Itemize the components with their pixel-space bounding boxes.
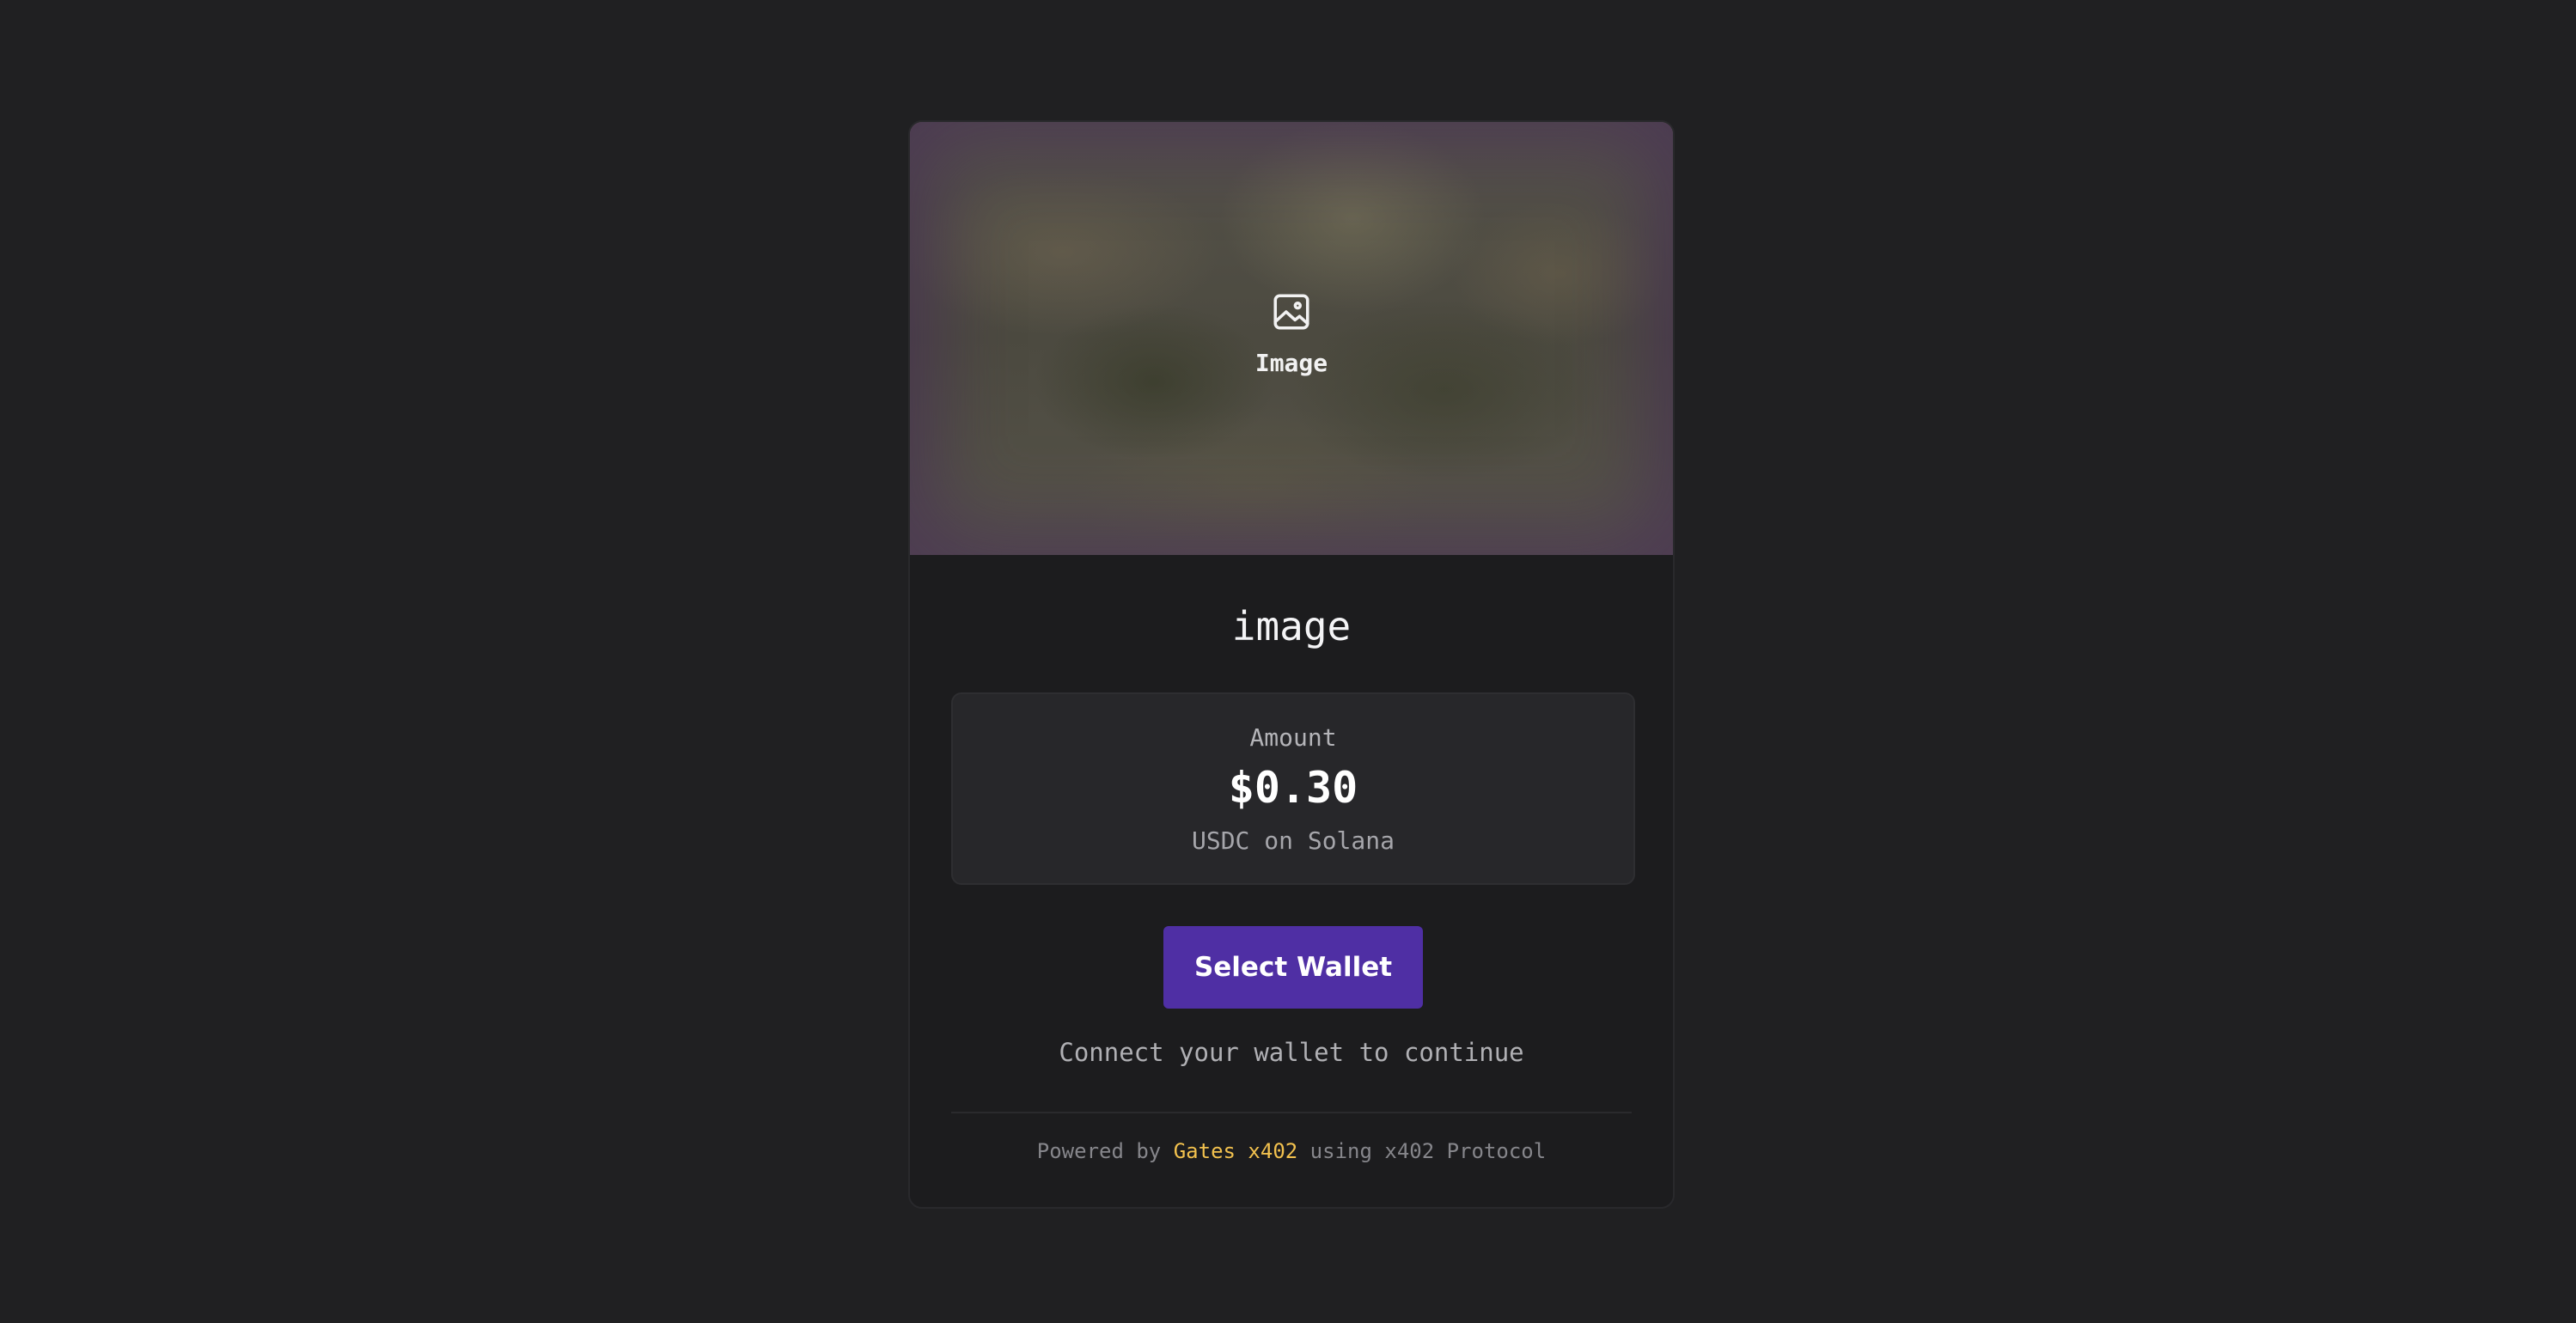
footer: Powered by Gates x402 using x402 Protoco…: [910, 1139, 1673, 1163]
amount-currency: USDC on Solana: [1191, 826, 1395, 855]
payment-card: Image image Amount $0.30 USDC on Solana …: [908, 120, 1675, 1209]
connect-wallet-hint: Connect your wallet to continue: [1059, 1038, 1524, 1067]
resource-title: image: [1231, 603, 1352, 649]
image-icon: [1270, 290, 1313, 333]
amount-panel: Amount $0.30 USDC on Solana: [951, 692, 1635, 885]
footer-brand-link[interactable]: Gates x402: [1174, 1139, 1298, 1163]
footer-prefix: Powered by: [1036, 1139, 1162, 1163]
select-wallet-button[interactable]: Select Wallet: [1163, 926, 1423, 1009]
divider: [951, 1112, 1632, 1113]
amount-value: $0.30: [1228, 763, 1358, 813]
amount-label: Amount: [1249, 723, 1337, 752]
footer-suffix: using x402 Protocol: [1309, 1139, 1547, 1163]
preview-label: Image: [1254, 349, 1328, 377]
image-preview: Image: [910, 122, 1673, 555]
